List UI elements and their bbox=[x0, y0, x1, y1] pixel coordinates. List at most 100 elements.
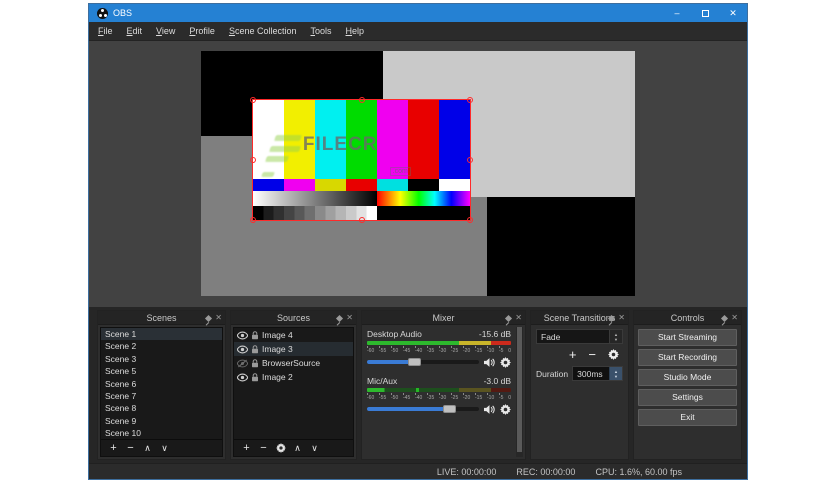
source-list-item[interactable]: Image 4 bbox=[234, 328, 353, 342]
combo-arrows[interactable]: ▲ ▼ bbox=[609, 330, 622, 343]
tick-label: -15 bbox=[475, 348, 482, 354]
tick-label: -45 bbox=[403, 395, 410, 401]
eye-icon[interactable] bbox=[237, 373, 248, 382]
controls-panel: Controls ✕ Start Streaming Start Recordin… bbox=[633, 310, 742, 460]
minimize-button[interactable]: – bbox=[663, 4, 691, 22]
move-scene-down-button[interactable]: ∨ bbox=[156, 443, 173, 454]
duration-spinbox[interactable]: 300ms ▲ ▼ bbox=[572, 366, 623, 381]
mixer-scrollbar[interactable] bbox=[516, 327, 523, 457]
source-list-item[interactable]: Image 3 bbox=[234, 342, 353, 356]
close-icon[interactable]: ✕ bbox=[618, 314, 625, 322]
spinbox-arrows[interactable]: ▲ ▼ bbox=[609, 367, 622, 380]
control-button[interactable]: Start Streaming bbox=[638, 329, 737, 346]
transition-properties-gear-icon[interactable] bbox=[608, 349, 619, 360]
scene-list-item[interactable]: Scene 9 bbox=[101, 415, 222, 427]
scene-list-item[interactable]: Scene 7 bbox=[101, 390, 222, 402]
menu-item[interactable]: Edit bbox=[120, 24, 150, 38]
menu-item[interactable]: Help bbox=[339, 24, 372, 38]
sources-listbox: Image 4 Image 3 BrowserSource bbox=[233, 327, 354, 457]
add-scene-button[interactable]: + bbox=[105, 442, 122, 454]
resize-handle-top-left[interactable] bbox=[250, 97, 256, 103]
meter-tick-labels: -60-55-50-45-40-35-30-25-20-15-10-50 bbox=[367, 395, 511, 401]
resize-handle-top-middle[interactable] bbox=[359, 97, 365, 103]
volume-slider-handle[interactable] bbox=[443, 405, 456, 413]
lock-icon[interactable] bbox=[251, 345, 259, 354]
scrollbar-thumb[interactable] bbox=[517, 327, 522, 452]
source-list-item[interactable]: Image 2 bbox=[234, 370, 353, 384]
mixer-content: Desktop Audio -15.6 dB -60-55-50-45-40-3… bbox=[362, 325, 525, 459]
cpu-fps: CPU: 1.6%, 60.00 fps bbox=[595, 467, 682, 477]
close-button[interactable]: ✕ bbox=[719, 4, 747, 22]
close-icon[interactable]: ✕ bbox=[215, 314, 222, 322]
close-icon[interactable]: ✕ bbox=[731, 314, 738, 322]
lock-icon[interactable] bbox=[251, 373, 259, 382]
lock-icon[interactable] bbox=[251, 331, 259, 340]
control-button[interactable]: Studio Mode bbox=[638, 369, 737, 386]
tick-label: -50 bbox=[391, 395, 398, 401]
source-properties-gear-icon[interactable] bbox=[272, 441, 289, 456]
controls-panel-header[interactable]: Controls ✕ bbox=[634, 311, 741, 325]
speaker-icon[interactable] bbox=[484, 404, 495, 415]
resize-handle-top-right[interactable] bbox=[467, 97, 473, 103]
remove-source-button[interactable]: − bbox=[255, 442, 272, 454]
eye-slash-icon[interactable] bbox=[237, 359, 248, 368]
move-scene-up-button[interactable]: ∧ bbox=[139, 443, 156, 454]
resize-handle-bottom-left[interactable] bbox=[250, 217, 256, 223]
resize-handle-bottom-right[interactable] bbox=[467, 217, 473, 223]
obs-window: OBS – ✕ FileEditViewProfileScene Collect… bbox=[88, 3, 748, 480]
dock-area: Scenes ✕ Scene 1Scene 2Scene 3Scene 5Sce… bbox=[89, 307, 747, 463]
resize-handle-bottom-middle[interactable] bbox=[359, 217, 365, 223]
add-source-button[interactable]: + bbox=[238, 442, 255, 454]
scene-list-item[interactable]: Scene 2 bbox=[101, 340, 222, 352]
pin-icon[interactable] bbox=[336, 314, 343, 321]
scene-black-region-bottom-right[interactable] bbox=[487, 197, 635, 296]
mixer-panel-header[interactable]: Mixer ✕ bbox=[362, 311, 525, 325]
scene-list-item[interactable]: Scene 1 bbox=[101, 328, 222, 340]
control-button[interactable]: Start Recording bbox=[638, 349, 737, 366]
scene-list-item[interactable]: Scene 3 bbox=[101, 353, 222, 365]
resize-handle-middle-left[interactable] bbox=[250, 157, 256, 163]
sources-panel-header[interactable]: Sources ✕ bbox=[231, 311, 356, 325]
selected-source-colorbars[interactable]: FILECR .com bbox=[253, 100, 470, 220]
source-list-item[interactable]: BrowserSource bbox=[234, 356, 353, 370]
remove-transition-button[interactable]: − bbox=[588, 347, 596, 362]
menu-item[interactable]: Scene Collection bbox=[222, 24, 304, 38]
close-icon[interactable]: ✕ bbox=[346, 314, 353, 322]
scene-list-item[interactable]: Scene 6 bbox=[101, 378, 222, 390]
volume-slider[interactable] bbox=[367, 360, 479, 364]
close-icon[interactable]: ✕ bbox=[515, 314, 522, 322]
pin-icon[interactable] bbox=[505, 314, 512, 321]
eye-icon[interactable] bbox=[237, 331, 248, 340]
maximize-button[interactable] bbox=[691, 4, 719, 22]
remove-scene-button[interactable]: − bbox=[122, 442, 139, 454]
transitions-panel-header[interactable]: Scene Transitions ✕ bbox=[531, 311, 628, 325]
menu-item[interactable]: Tools bbox=[304, 24, 339, 38]
volume-slider[interactable] bbox=[367, 407, 479, 411]
scenes-panel-header[interactable]: Scenes ✕ bbox=[98, 311, 225, 325]
speaker-icon[interactable] bbox=[484, 357, 495, 368]
gear-icon[interactable] bbox=[500, 404, 511, 415]
menu-item[interactable]: File bbox=[91, 24, 120, 38]
pin-icon[interactable] bbox=[721, 314, 728, 321]
pin-icon[interactable] bbox=[608, 314, 615, 321]
menu-item[interactable]: Profile bbox=[182, 24, 222, 38]
lock-icon[interactable] bbox=[251, 359, 259, 368]
eye-icon[interactable] bbox=[237, 345, 248, 354]
gear-icon[interactable] bbox=[500, 357, 511, 368]
transition-select[interactable]: Fade ▲ ▼ bbox=[536, 329, 623, 344]
title-bar[interactable]: OBS – ✕ bbox=[89, 4, 747, 22]
control-button[interactable]: Exit bbox=[638, 409, 737, 426]
pin-icon[interactable] bbox=[205, 314, 212, 321]
scene-list-item[interactable]: Scene 5 bbox=[101, 365, 222, 377]
channel-volume-db: -15.6 dB bbox=[479, 329, 511, 339]
scene-list-item[interactable]: Scene 10 bbox=[101, 427, 222, 439]
menu-item[interactable]: View bbox=[149, 24, 182, 38]
move-source-up-button[interactable]: ∧ bbox=[289, 443, 306, 454]
resize-handle-middle-right[interactable] bbox=[467, 157, 473, 163]
volume-slider-handle[interactable] bbox=[408, 358, 421, 366]
controls-buttons: Start Streaming Start Recording Studio Mod… bbox=[634, 325, 741, 459]
control-button[interactable]: Settings bbox=[638, 389, 737, 406]
scene-list-item[interactable]: Scene 8 bbox=[101, 402, 222, 414]
add-transition-button[interactable]: + bbox=[569, 347, 577, 362]
move-source-down-button[interactable]: ∨ bbox=[306, 443, 323, 454]
